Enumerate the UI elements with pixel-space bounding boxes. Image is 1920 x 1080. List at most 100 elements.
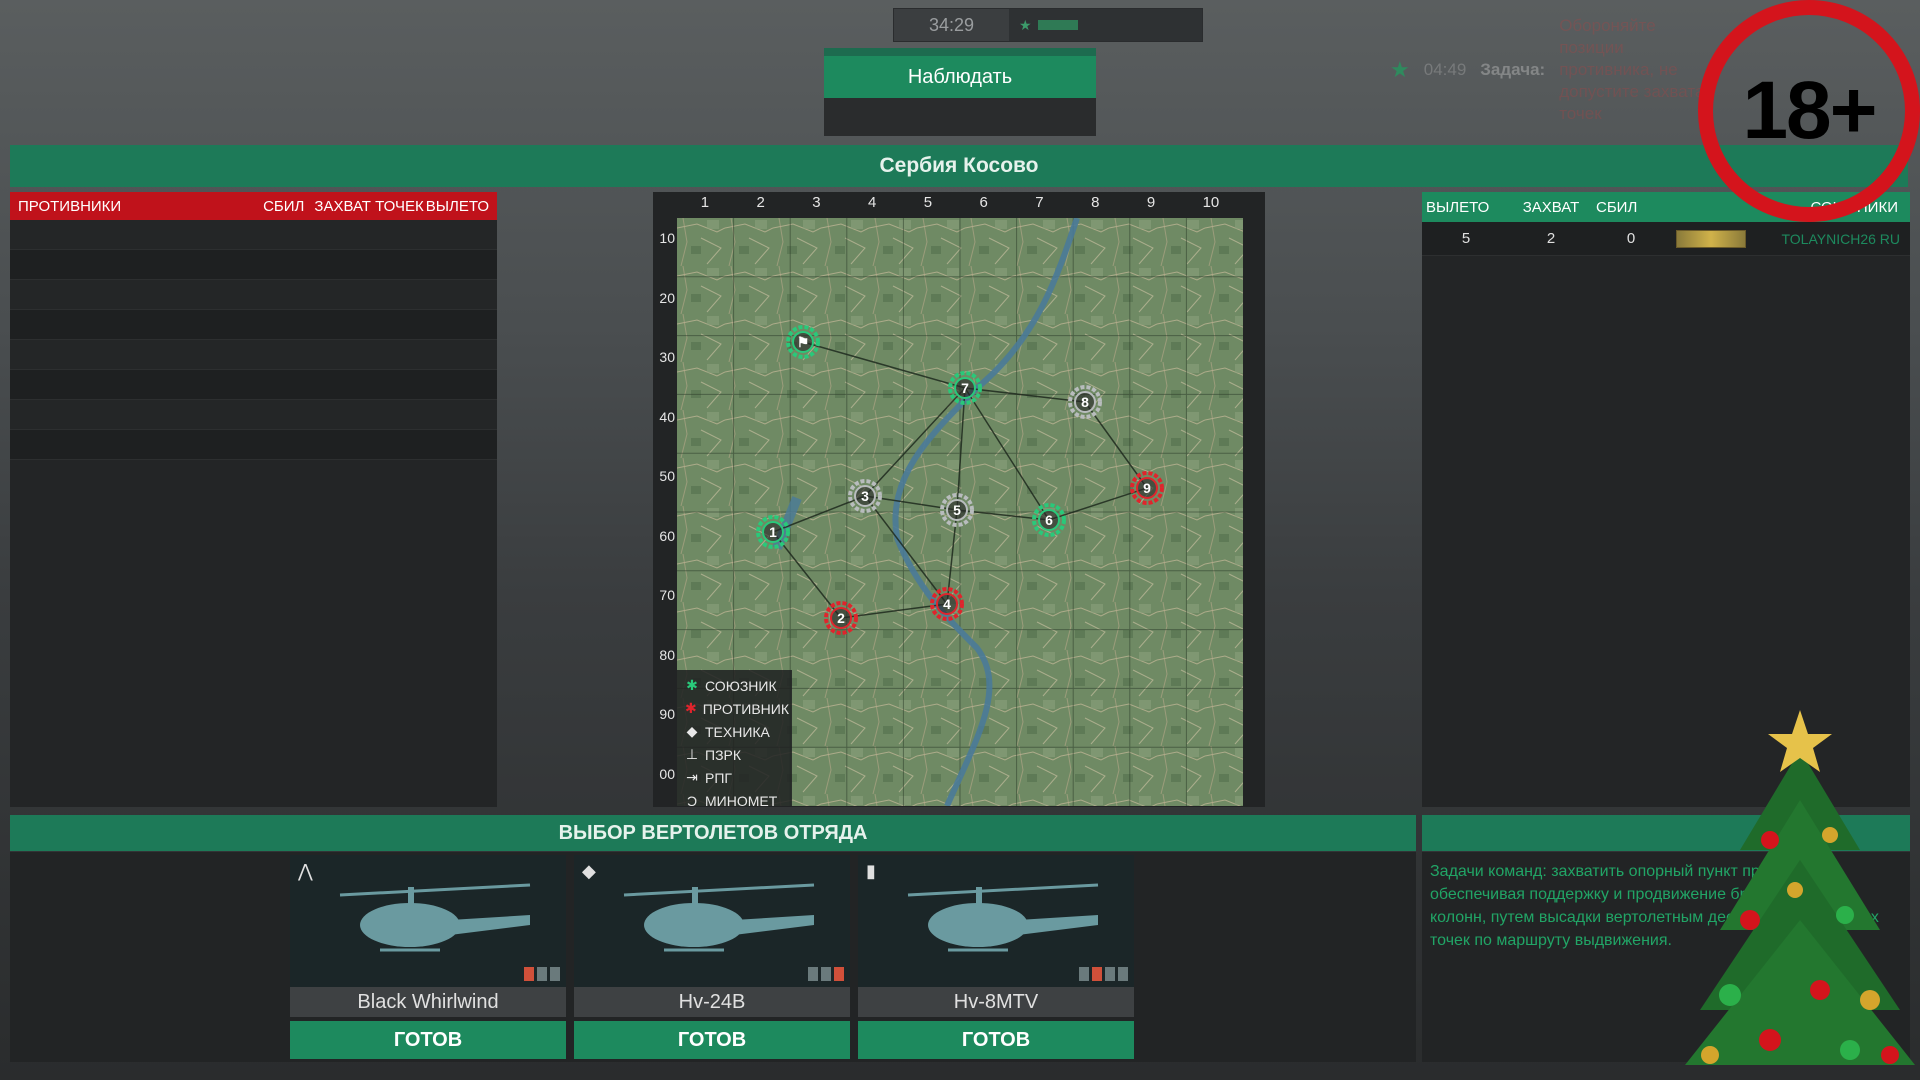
heli-card[interactable]: ◆ Hv-24B ГОТОВ (574, 855, 850, 1065)
ally-col-sorties: ВЫЛЕТО (1426, 198, 1490, 216)
map-col-label: 4 (868, 194, 877, 211)
heli-card[interactable]: ▮ Hv-8MTV ГОТОВ (858, 855, 1134, 1065)
heli-selection-title: ВЫБОР ВЕРТОЛЕТОВ ОТРЯДА (558, 821, 868, 844)
enemy-row (10, 310, 497, 340)
capture-point-label: 5 (953, 502, 961, 518)
rank-badge-icon (1676, 229, 1746, 248)
map-col-label: 5 (923, 194, 933, 211)
capture-point-label: 1 (769, 524, 777, 540)
heli-name: Black Whirlwind (290, 987, 566, 1017)
map-title-bar: Сербия Косово (10, 145, 1908, 187)
heli-name: Hv-24B (574, 987, 850, 1017)
match-timer-bar: 34:29 ★ (893, 8, 1203, 42)
weapon-slot (1079, 967, 1089, 981)
map-col-label: 1 (700, 194, 710, 211)
map-col-label: 6 (979, 194, 988, 211)
map-row-label: 40 (659, 408, 675, 425)
task-text: Обороняйте позиции противника, не допуст… (1559, 16, 1705, 123)
heli-image[interactable]: ▮ (858, 855, 1134, 987)
match-timer: 34:29 (928, 14, 975, 35)
capture-point-label: 2 (837, 610, 845, 626)
observe-button[interactable]: Наблюдать (824, 56, 1096, 98)
map-col-label: 3 (812, 194, 821, 211)
enemy-rows (10, 220, 497, 460)
ally-score-bar (1037, 20, 1078, 30)
heli-card[interactable]: ⋀ Black Whirlwind ГОТОВ (290, 855, 566, 1065)
map-row-label: 70 (659, 587, 675, 603)
heli-ready-button[interactable]: ГОТОВ (574, 1021, 850, 1059)
map-row-label: 50 (659, 468, 675, 484)
ally-icon: ✱ (686, 677, 698, 693)
capture-point-label: 8 (1081, 394, 1089, 410)
enemy-header-title: ПРОТИВНИКИ (18, 197, 122, 215)
map-row-label: 20 (659, 289, 675, 306)
map-title: Сербия Косово (879, 154, 1039, 177)
map-row-label: 30 (659, 349, 675, 365)
heli-image[interactable]: ◆ (574, 855, 850, 987)
map-row-label: 80 (659, 646, 675, 663)
tactical-map: 1 2 3 4 5 6 7 8 9 10 10 20 30 40 50 60 70 80 90 00 1 2 3 4 5 6 7… (653, 192, 1265, 809)
vehicle-icon: ◆ (686, 723, 698, 739)
task-time: 04:49 (1423, 60, 1467, 79)
map-row-labels: 10 20 30 40 50 60 70 80 90 00 (653, 218, 677, 808)
legend-label: МИНОМЕТ (705, 792, 778, 809)
map-legend: ✱ СОЮЗНИК ✱ ПРОТИВНИК ◆ ТЕХНИКА ⊥ ПЗРК ⇥ РПГ Ͻ МИНО… (677, 670, 792, 809)
transport-heli-icon: ▮ (866, 861, 876, 881)
legend-label: СОЮЗНИК (705, 677, 777, 694)
enemy-col-kills: СБИЛ (263, 197, 305, 215)
enemy-col-sorties: ВЫЛЕТО (425, 197, 489, 215)
heli-image[interactable]: ⋀ (290, 855, 566, 987)
enemy-icon: ✱ (685, 700, 697, 716)
task-star-icon: ★ (1390, 57, 1410, 82)
gunship-heli-icon: ◆ (582, 861, 596, 881)
map-row-label: 10 (659, 230, 675, 246)
heli-ready-button[interactable]: ГОТОВ (858, 1021, 1134, 1059)
team-score-icons: ★ (1009, 9, 1202, 41)
enemy-row (10, 370, 497, 400)
capture-point-label: ⚑ (797, 334, 810, 350)
legend-label: ПЗРК (705, 746, 742, 763)
legend-label: ПРОТИВНИК (702, 700, 789, 717)
age-rating-badge: 18+ (1698, 0, 1920, 222)
ally-player-row[interactable]: 5 2 0 TOLAYNICH26 RU (1422, 222, 1910, 256)
enemy-scoreboard: ПРОТИВНИКИ СБИЛ ЗАХВАТ ТОЧЕК ВЫЛЕТО (10, 192, 497, 807)
christmas-tree-icon (1685, 710, 1915, 1065)
map-col-label: 10 (1202, 194, 1220, 211)
capture-point-label: 4 (943, 596, 951, 612)
ally-star-icon: ★ (1019, 16, 1032, 33)
capture-point-label: 3 (861, 488, 869, 504)
ally-capture: 2 (1546, 230, 1556, 247)
weapon-slot (1092, 967, 1102, 981)
ally-sorties: 5 (1461, 230, 1471, 247)
weapon-slot (821, 967, 831, 981)
heli-weapon-slots (808, 967, 844, 981)
legend-item: ◆ ТЕХНИКА (685, 720, 784, 743)
legend-item: ✱ СОЮЗНИК (685, 674, 784, 697)
enemy-col-capture: ЗАХВАТ ТОЧЕК (314, 197, 424, 215)
ally-kills: 0 (1626, 230, 1636, 247)
observe-panel: Наблюдать (824, 48, 1096, 136)
map-row-label: 90 (659, 706, 675, 722)
weapon-slot (550, 967, 560, 981)
legend-item: Ͻ МИНОМЕТ (685, 789, 784, 812)
heli-name: Hv-8MTV (858, 987, 1134, 1017)
enemy-row (10, 430, 497, 460)
enemy-row (10, 340, 497, 370)
age-rating-text: 18+ (1742, 65, 1877, 156)
ally-player-name: TOLAYNICH26 RU (1781, 230, 1900, 247)
map-col-label: 2 (756, 194, 765, 211)
enemy-row (10, 400, 497, 430)
task-label: Задача: (1480, 60, 1546, 79)
rpg-icon: ⇥ (686, 769, 698, 785)
legend-label: ТЕХНИКА (705, 723, 770, 740)
attack-heli-icon: ⋀ (298, 861, 313, 881)
weapon-slot (1105, 967, 1115, 981)
heli-ready-button[interactable]: ГОТОВ (290, 1021, 566, 1059)
legend-item: ⊥ ПЗРК (685, 743, 784, 766)
task-strip: ★ 04:49 Задача: Обороняйте позиции проти… (1390, 16, 1709, 123)
weapon-slot (537, 967, 547, 981)
legend-item: ⇥ РПГ (685, 766, 784, 789)
map-col-label: 8 (1091, 194, 1100, 211)
capture-point-label: 7 (961, 380, 969, 396)
heli-weapon-slots (524, 967, 560, 981)
